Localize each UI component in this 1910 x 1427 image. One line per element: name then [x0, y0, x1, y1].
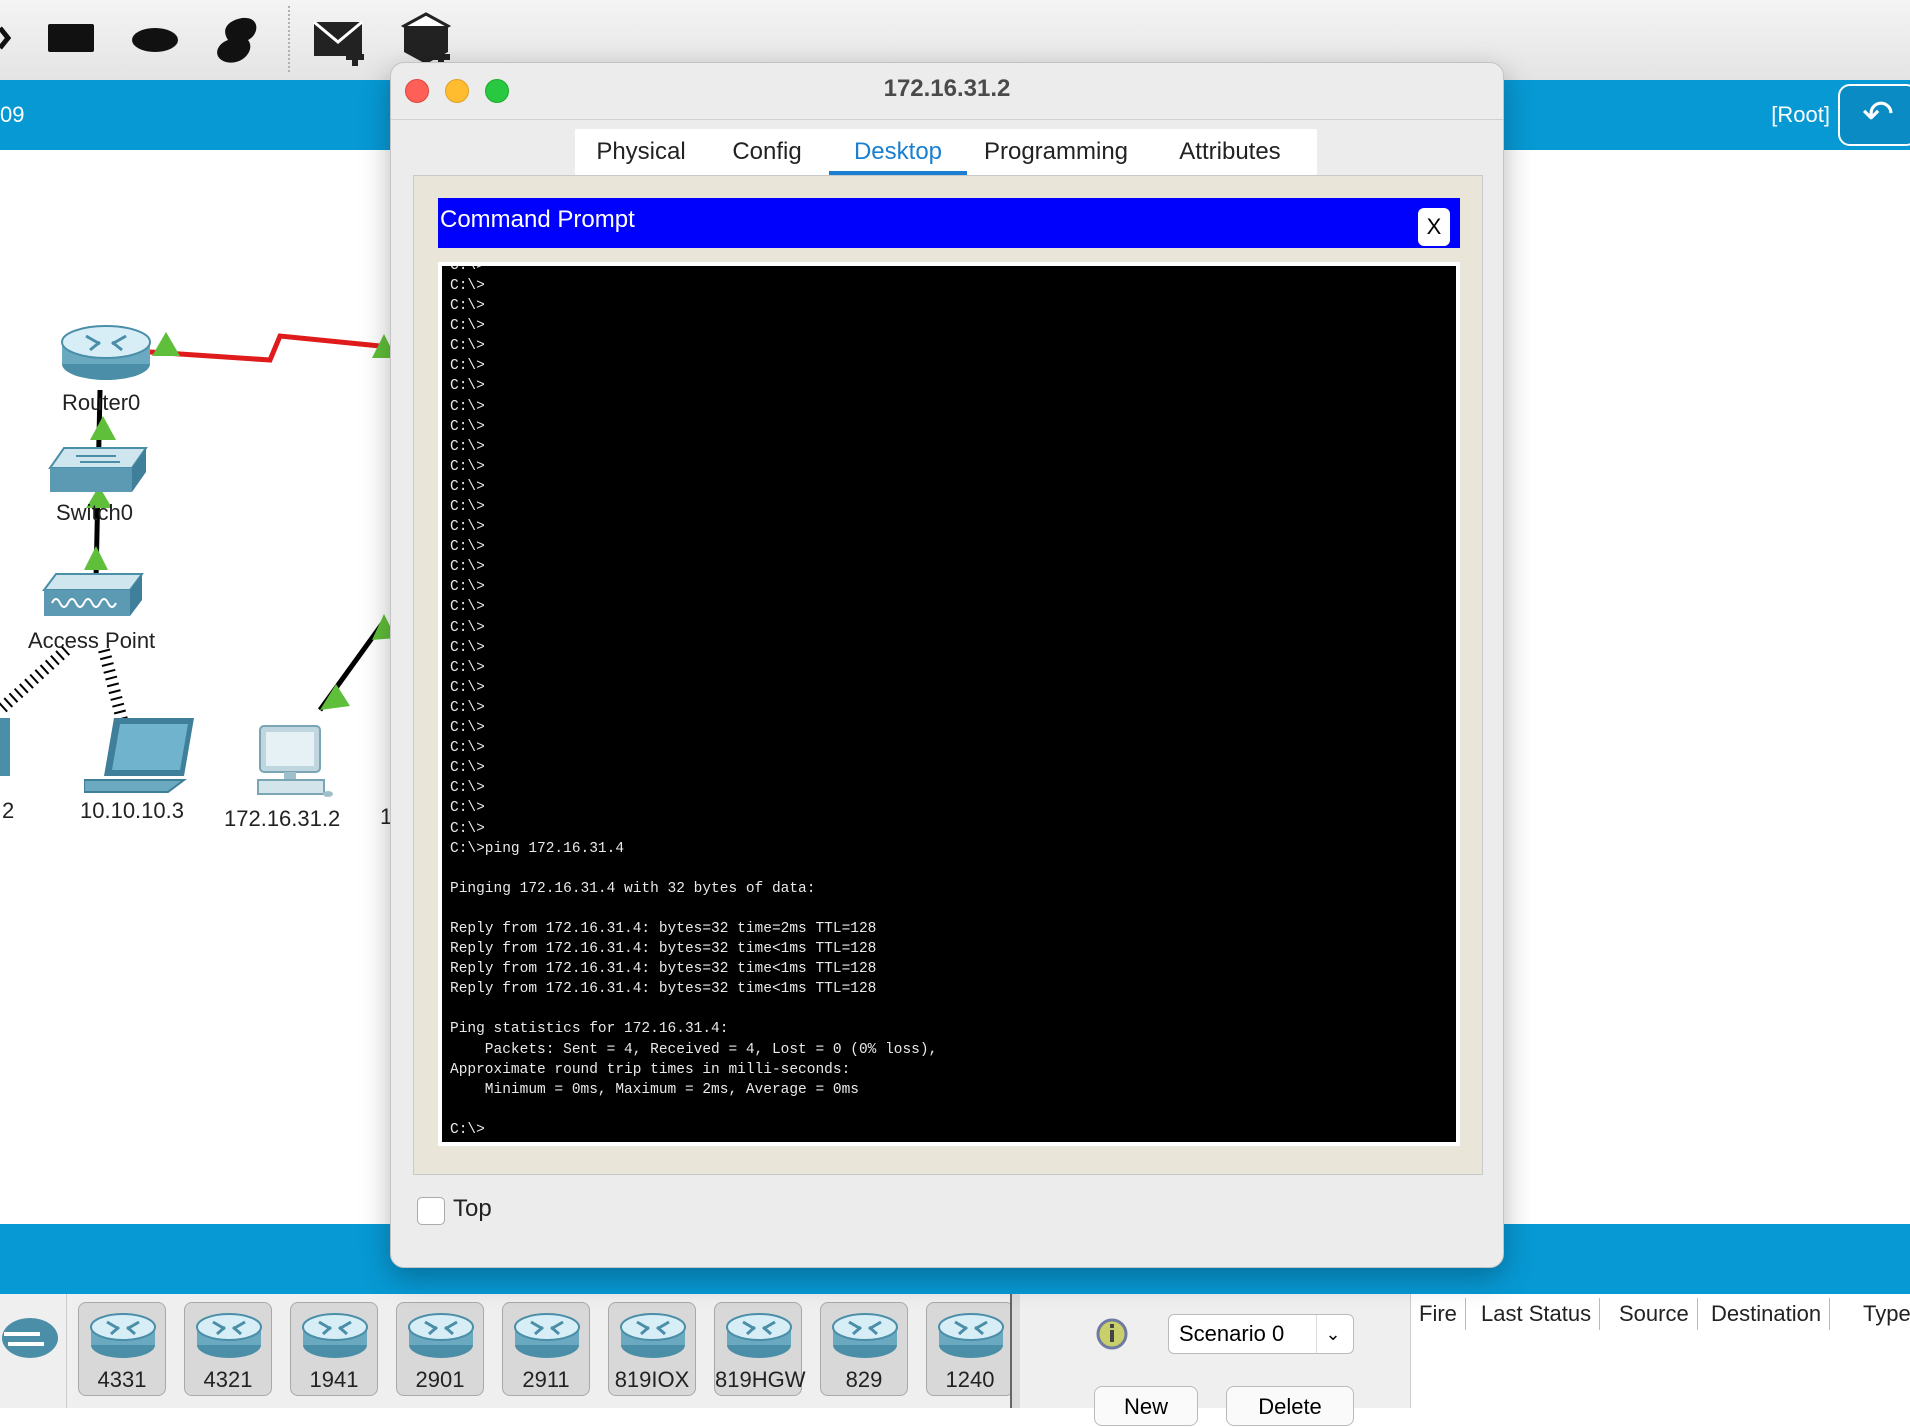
command-prompt-titlebar: Command Prompt X	[438, 198, 1460, 248]
device-label-pc-172-16-31-2: 172.16.31.2	[224, 806, 341, 831]
link-up-indicator	[84, 546, 108, 570]
scenario-select[interactable]: Scenario 0 ⌄	[1168, 1314, 1354, 1354]
router-icon	[726, 1313, 792, 1358]
device-model-label: 819IOX	[614, 1367, 690, 1392]
device-model-tile[interactable]: 4331	[78, 1302, 166, 1396]
wireless-link	[98, 648, 128, 722]
cloud-icon[interactable]	[0, 1308, 58, 1364]
device-label-laptop-left: 2	[2, 798, 15, 823]
tab-physical[interactable]: Physical	[575, 129, 707, 175]
tab-desktop[interactable]: Desktop	[829, 129, 967, 175]
device-model-tile[interactable]: 2901	[396, 1302, 484, 1396]
device-model-tile[interactable]: 4321	[184, 1302, 272, 1396]
router-icon	[514, 1313, 580, 1358]
device-model-label: 2901	[415, 1367, 465, 1392]
router-icon[interactable]	[60, 320, 156, 384]
command-prompt-terminal[interactable]: C:\> C:\> C:\> C:\> C:\> C:\> C:\> C:\> …	[438, 262, 1460, 1146]
router-icon	[196, 1313, 262, 1358]
new-scenario-button[interactable]: New	[1094, 1386, 1198, 1426]
device-label-switch0: Switch0	[56, 500, 134, 525]
tab-config[interactable]: Config	[707, 129, 827, 175]
tab-programming[interactable]: Programming	[971, 129, 1141, 175]
window-title: 172.16.31.2	[883, 75, 1011, 102]
terminal-output: C:\> C:\> C:\> C:\> C:\> C:\> C:\> C:\> …	[450, 262, 938, 1138]
device-label-router0: Router0	[62, 390, 141, 415]
router-icon	[408, 1313, 474, 1358]
pdu-column-last-status[interactable]: Last Status	[1473, 1298, 1601, 1330]
laptop-icon[interactable]	[84, 714, 196, 794]
top-checkbox-label: Top	[453, 1195, 492, 1222]
serial-link	[149, 333, 381, 363]
pc-icon[interactable]	[254, 724, 340, 804]
line-tool-icon[interactable]	[0, 18, 14, 58]
device-model-tile[interactable]: 819HGW	[714, 1302, 806, 1396]
scenario-select-value: Scenario 0	[1179, 1321, 1285, 1346]
device-model-tile[interactable]: 1941	[290, 1302, 378, 1396]
device-window: 172.16.31.2 Physical Config Desktop Prog…	[390, 62, 1504, 1268]
device-model-tile[interactable]: 819IOX	[608, 1302, 696, 1396]
device-model-tile[interactable]: 1240	[926, 1302, 1014, 1396]
link-up-indicator	[152, 332, 180, 356]
link-up-indicator	[90, 416, 116, 440]
device-model-label: 1240	[945, 1367, 995, 1392]
device-model-label: 4331	[97, 1367, 147, 1392]
pdu-list: Fire Last Status Source Destination Type	[1410, 1294, 1910, 1408]
device-tabs: Physical Config Desktop Programming Attr…	[575, 129, 1317, 175]
device-model-tile[interactable]: 2911	[502, 1302, 590, 1396]
chevron-down-icon: ⌄	[1316, 1315, 1349, 1353]
tab-attributes[interactable]: Attributes	[1143, 129, 1317, 175]
back-arrow-icon[interactable]: ↶	[1838, 84, 1910, 146]
laptop-icon[interactable]	[0, 718, 10, 776]
top-checkbox[interactable]	[417, 1197, 445, 1225]
wireless-link	[0, 645, 71, 715]
delete-scenario-button[interactable]: Delete	[1226, 1386, 1354, 1426]
info-icon[interactable]	[1096, 1318, 1128, 1350]
command-prompt-title: Command Prompt	[440, 206, 635, 233]
panel-scrollbar[interactable]	[1010, 1294, 1020, 1408]
device-label-access-point: Access Point	[28, 628, 156, 653]
switch-icon[interactable]	[46, 444, 150, 500]
desktop-area: Command Prompt X C:\> C:\> C:\> C:\> C:\…	[413, 175, 1483, 1175]
pdu-column-destination[interactable]: Destination	[1703, 1298, 1831, 1330]
device-model-label: 829	[845, 1367, 883, 1392]
router-icon	[832, 1313, 898, 1358]
router-icon	[620, 1313, 686, 1358]
device-model-tile[interactable]: 829	[820, 1302, 908, 1396]
router-icon	[90, 1313, 156, 1358]
device-model-label: 2911	[522, 1367, 570, 1392]
router-icon	[302, 1313, 368, 1358]
link-up-indicator	[320, 684, 350, 710]
device-model-label: 4321	[203, 1367, 253, 1392]
freeform-tool-icon[interactable]	[212, 14, 262, 66]
router-icon	[938, 1313, 1004, 1358]
pdu-column-source[interactable]: Source	[1611, 1298, 1698, 1330]
pdu-column-type[interactable]: Type	[1855, 1298, 1910, 1330]
ellipse-tool-icon[interactable]	[132, 28, 178, 52]
device-model-label: 1941	[309, 1367, 359, 1392]
add-complex-pdu-icon[interactable]	[398, 12, 458, 68]
access-point-icon[interactable]	[42, 570, 146, 620]
add-simple-pdu-icon[interactable]	[312, 18, 372, 68]
rectangle-tool-icon[interactable]	[48, 24, 94, 52]
device-type-panel: 4331 4321 1941 2901 2911 819IOX 819HGW 829 1240 …	[0, 1294, 1910, 1426]
workspace-id-label: 09	[0, 102, 25, 127]
device-model-label: 819HGW	[715, 1367, 806, 1392]
pdu-column-fire[interactable]: Fire	[1411, 1298, 1466, 1330]
root-label[interactable]: [Root]	[1771, 102, 1830, 128]
device-label-laptop-10-10-10-3: 10.10.10.3	[80, 798, 184, 823]
command-prompt-close-button[interactable]: X	[1418, 208, 1450, 246]
